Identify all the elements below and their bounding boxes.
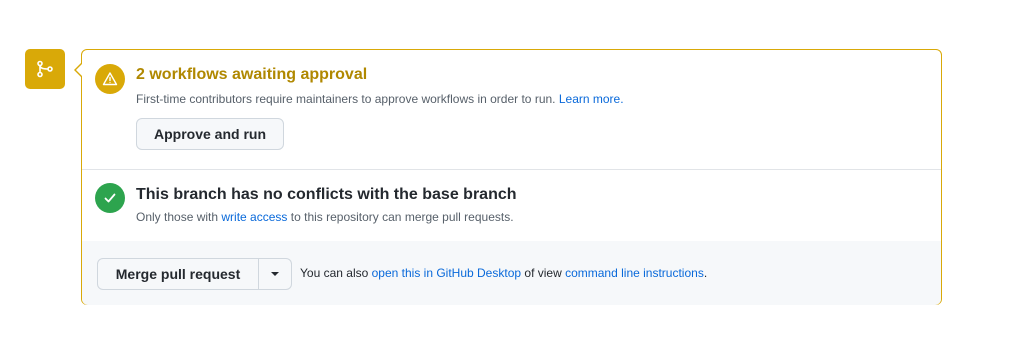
write-access-link[interactable]: write access xyxy=(221,210,287,224)
merge-button-group: Merge pull request xyxy=(97,258,292,290)
merge-panel: 2 workflows awaiting approval First-time… xyxy=(81,49,942,305)
merge-section: Merge pull request You can also open thi… xyxy=(82,241,941,305)
alert-triangle-icon xyxy=(95,64,125,94)
learn-more-link[interactable]: Learn more. xyxy=(559,92,624,106)
conflicts-description: Only those with write access to this rep… xyxy=(136,210,514,224)
conflicts-title: This branch has no conflicts with the ba… xyxy=(136,186,517,203)
approval-title: 2 workflows awaiting approval xyxy=(136,66,368,83)
conflicts-section: This branch has no conflicts with the ba… xyxy=(82,169,941,242)
open-github-desktop-link[interactable]: open this in GitHub Desktop xyxy=(372,266,521,280)
conflicts-description-prefix: Only those with xyxy=(136,210,219,224)
merge-hint-suffix: . xyxy=(703,266,708,280)
git-merge-icon xyxy=(25,49,65,89)
merge-pull-request-button[interactable]: Merge pull request xyxy=(97,258,259,290)
merge-box-root: 2 workflows awaiting approval First-time… xyxy=(0,0,1024,356)
merge-method-dropdown-button[interactable] xyxy=(259,258,292,290)
approval-description: First-time contributors require maintain… xyxy=(136,92,624,106)
conflicts-description-suffix: to this repository can merge pull reques… xyxy=(290,210,514,224)
command-line-instructions-link[interactable]: command line instructions xyxy=(565,266,704,280)
merge-hint: You can also open this in GitHub Desktop… xyxy=(300,266,707,280)
merge-hint-prefix: You can also xyxy=(300,266,369,280)
panel-pointer-fill xyxy=(76,63,83,77)
check-icon xyxy=(95,183,125,213)
merge-hint-middle: of view xyxy=(524,266,562,280)
approve-and-run-button[interactable]: Approve and run xyxy=(136,118,284,150)
workflow-approval-section: 2 workflows awaiting approval First-time… xyxy=(82,50,941,170)
approval-description-text: First-time contributors require maintain… xyxy=(136,92,556,106)
triangle-down-icon xyxy=(271,272,279,276)
